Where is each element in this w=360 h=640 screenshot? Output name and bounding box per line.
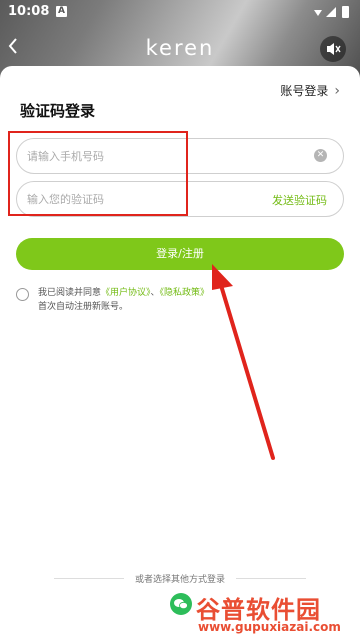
speaker-mute-icon (327, 43, 341, 55)
notification-icon: A (56, 6, 67, 17)
watermark-url: www.gupuxiazai.com (198, 620, 341, 634)
back-button[interactable] (6, 36, 24, 58)
account-login-label: 账号登录 (280, 84, 329, 98)
user-agreement-link[interactable]: 《用户协议》 (101, 288, 151, 298)
other-login-label: 或者选择其他方式登录 (134, 575, 225, 585)
status-bar: 10:08 A (0, 0, 360, 24)
send-code-button[interactable]: 发送验证码 (272, 192, 327, 208)
watermark: 谷普软件园 www.gupuxiazai.com (196, 590, 360, 640)
mute-button[interactable] (320, 36, 346, 62)
signal-wifi-battery-icons (314, 6, 349, 18)
agreement-prefix: 我已阅读并同意 (38, 288, 102, 298)
status-time: 10:08 (8, 4, 50, 19)
page-title: 验证码登录 (20, 102, 96, 120)
divider-right (236, 578, 306, 579)
agreement-suffix: 首次自动注册新账号。 (38, 302, 129, 312)
chevron-right-icon: › (334, 82, 340, 99)
agreement-separator: 、 (150, 288, 160, 298)
chevron-left-icon (8, 38, 17, 54)
annotation-arrow (212, 264, 275, 460)
login-register-button[interactable]: 登录/注册 (16, 238, 344, 270)
wechat-icon (174, 599, 188, 610)
agreement-checkbox[interactable] (16, 288, 29, 301)
app-logo: keren (145, 36, 215, 60)
clear-icon[interactable]: ✕ (314, 149, 327, 162)
annotation-highlight-box (8, 131, 188, 216)
top-bar: keren (0, 28, 360, 68)
wechat-login-button[interactable] (170, 593, 192, 615)
account-login-link[interactable]: 账号登录 › (280, 82, 340, 99)
